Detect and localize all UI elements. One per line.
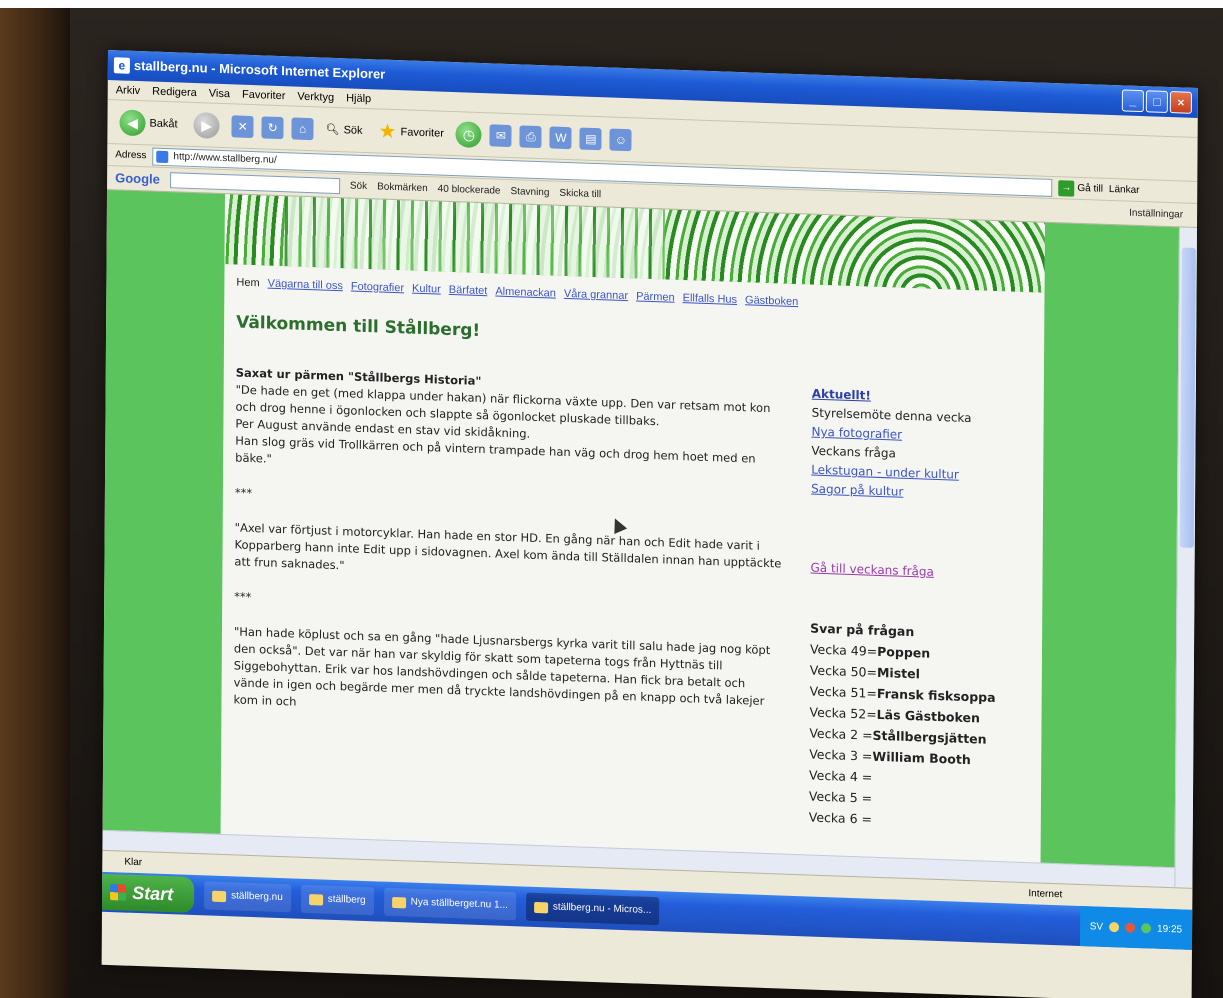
page-heading: Välkommen till Stållberg!: [236, 312, 481, 341]
google-send-button[interactable]: Skicka till: [559, 188, 601, 200]
google-bookmarks-button[interactable]: Bokmärken: [377, 181, 428, 194]
search-button[interactable]: 🔍︎ Sök: [322, 114, 367, 146]
taskbar-item[interactable]: ställberg: [300, 884, 374, 916]
google-logo: Google: [115, 170, 160, 187]
main-column: Saxat ur pärmen "Stållbergs Historia" "D…: [233, 364, 785, 727]
nav-item-photos[interactable]: Fotografier: [351, 280, 404, 294]
address-url: http://www.stallberg.nu/: [173, 150, 277, 166]
nav-item-barfatet[interactable]: Bärfatet: [449, 284, 488, 297]
back-arrow-icon: ◀: [119, 108, 146, 136]
status-text: Klar: [124, 856, 143, 869]
search-label: Sök: [343, 123, 363, 137]
maximize-button[interactable]: □: [1145, 90, 1168, 114]
story-paragraph-5: "Han hade köplust och sa en gång "hade L…: [233, 624, 771, 709]
start-button[interactable]: Start: [101, 873, 195, 914]
home-icon[interactable]: ⌂: [291, 116, 314, 140]
menu-view[interactable]: Visa: [209, 84, 230, 104]
menu-tools[interactable]: Verktyg: [297, 87, 334, 107]
links-label[interactable]: Länkar: [1109, 184, 1140, 196]
document-icon: [391, 896, 406, 908]
menu-file[interactable]: Arkiv: [116, 80, 141, 100]
back-label: Bakåt: [149, 116, 178, 130]
nav-home[interactable]: Hem: [236, 276, 259, 289]
nav-item-binder[interactable]: Pärmen: [636, 290, 675, 303]
page-icon: [156, 150, 169, 163]
folder-icon: [308, 893, 323, 906]
photo-top-border: [0, 0, 1223, 8]
forward-arrow-icon: ▶: [193, 111, 220, 139]
side-column: Aktuellt! Styrelsemöte denna vecka Nya f…: [809, 385, 1032, 836]
nav-item-neighbours[interactable]: Våra grannar: [564, 288, 628, 302]
search-icon: 🔍︎: [325, 123, 340, 137]
google-search-button[interactable]: Sök: [350, 180, 367, 192]
menu-help[interactable]: Hjälp: [346, 88, 371, 108]
google-popup-blocker[interactable]: 40 blockerade: [438, 184, 501, 197]
history-icon[interactable]: ◷: [455, 120, 483, 148]
mail-icon[interactable]: ✉: [489, 123, 512, 147]
google-search-input[interactable]: [169, 171, 340, 194]
weekly-question-link[interactable]: Gå till veckans fråga: [810, 559, 1030, 586]
edit-icon[interactable]: W: [549, 125, 572, 149]
wooden-shelf: [0, 0, 70, 998]
go-button[interactable]: → Gå till: [1058, 179, 1103, 198]
nav-item-culture[interactable]: Kultur: [412, 283, 441, 296]
back-button[interactable]: ◀ Bakåt: [115, 107, 181, 139]
ie-icon: [533, 901, 548, 913]
tray-icon[interactable]: [1125, 922, 1136, 933]
favorites-label: Favoriter: [400, 125, 444, 140]
nav-item-almanac[interactable]: Almenackan: [495, 286, 556, 300]
status-zone: Internet: [1028, 888, 1063, 901]
forward-button[interactable]: ▶: [190, 109, 224, 140]
messenger-icon[interactable]: ☺: [609, 128, 632, 151]
language-indicator[interactable]: SV: [1090, 921, 1103, 932]
refresh-icon[interactable]: ↻: [261, 115, 284, 139]
window-controls: _ □ ×: [1121, 89, 1192, 114]
google-spelling-button[interactable]: Stavning: [510, 186, 549, 198]
site-page: Hem Vägarna till oss Fotografier Kultur …: [220, 264, 1045, 888]
windows-flag-icon: [110, 884, 127, 901]
tray-icon[interactable]: [1141, 923, 1152, 934]
ie-icon: e: [113, 57, 130, 74]
folder-icon[interactable]: ▤: [579, 126, 602, 150]
nav-item-directions[interactable]: Vägarna till oss: [268, 278, 343, 293]
menu-edit[interactable]: Redigera: [152, 82, 197, 103]
minimize-button[interactable]: _: [1121, 89, 1144, 113]
menu-favorites[interactable]: Favoriter: [242, 85, 286, 106]
taskbar-item[interactable]: ställberg.nu: [204, 881, 291, 913]
start-label: Start: [132, 882, 174, 904]
nav-item-ellfalls-house[interactable]: Ellfalls Hus: [683, 292, 737, 306]
stop-icon[interactable]: ✕: [231, 114, 254, 138]
address-label: Adress: [115, 149, 147, 162]
scrollbar-thumb[interactable]: [1179, 247, 1196, 548]
nav-item-guestbook[interactable]: Gästboken: [745, 294, 798, 308]
go-label: Gå till: [1077, 182, 1103, 195]
clock: 19:25: [1157, 923, 1183, 936]
vertical-scrollbar[interactable]: [1174, 227, 1197, 888]
print-icon[interactable]: ⎙: [519, 124, 542, 148]
close-button[interactable]: ×: [1169, 91, 1192, 114]
go-arrow-icon: →: [1058, 179, 1075, 197]
system-tray: SV 19:25: [1079, 905, 1193, 950]
taskbar-item-active[interactable]: ställberg.nu - Micros...: [525, 892, 660, 926]
taskbar-item[interactable]: Nya ställberget.nu 1...: [383, 887, 517, 921]
monitor-frame: e stallberg.nu - Microsoft Internet Expl…: [0, 0, 1223, 998]
favorites-button[interactable]: ★ Favoriter: [374, 116, 448, 149]
answers-list: Svar på frågan Vecka 49=Poppen Vecka 50=…: [809, 618, 1030, 836]
page-viewport: Hem Vägarna till oss Fotografier Kultur …: [102, 189, 1179, 888]
window-title: stallberg.nu - Microsoft Internet Explor…: [133, 57, 386, 82]
tray-icon[interactable]: [1109, 921, 1120, 933]
star-icon: ★: [378, 120, 397, 144]
folder-icon: [212, 890, 227, 902]
screen: e stallberg.nu - Microsoft Internet Expl…: [101, 50, 1198, 998]
google-settings-button[interactable]: Inställningar: [1129, 208, 1183, 221]
